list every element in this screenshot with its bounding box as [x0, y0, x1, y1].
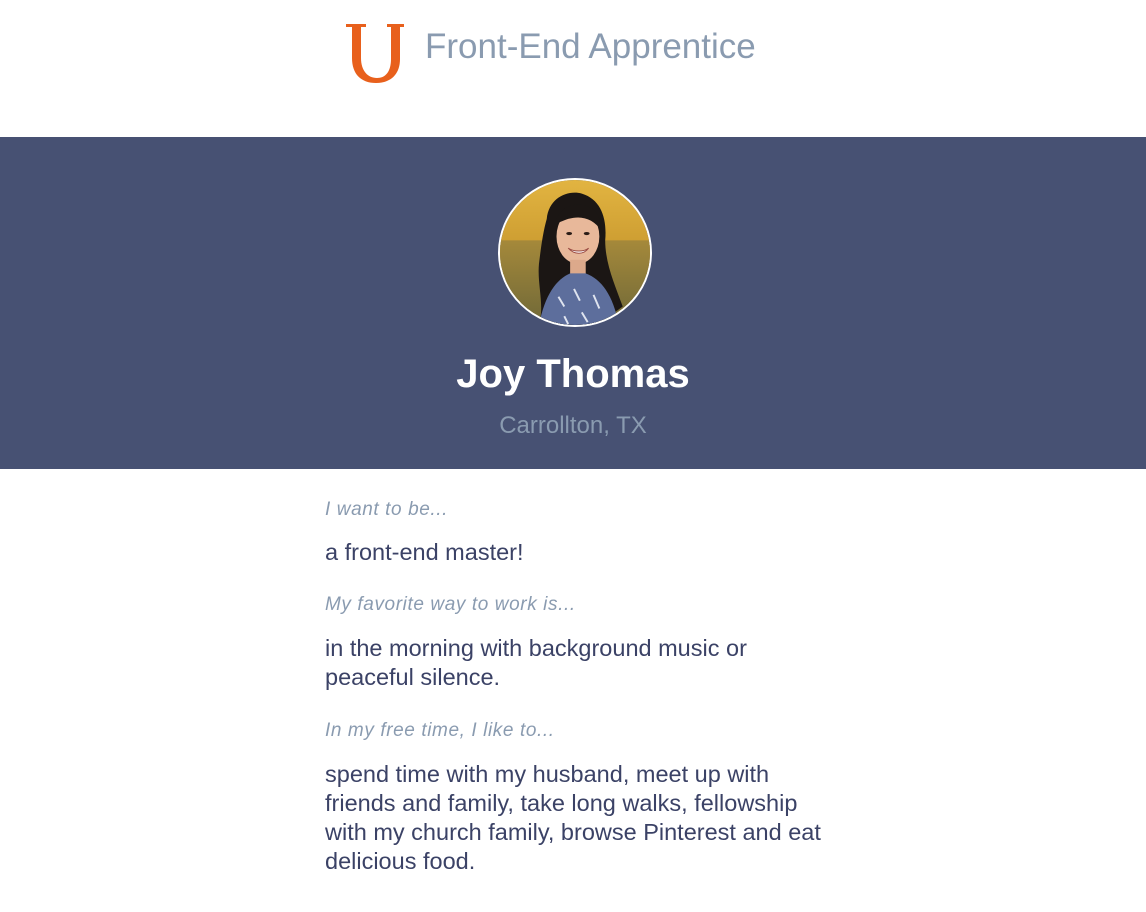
answer-text: a front-end master!	[325, 539, 524, 565]
profile-photo	[498, 178, 652, 327]
answer-text: spend time with my husband, meet up with…	[325, 761, 821, 874]
site-title[interactable]: Front-End Apprentice	[425, 27, 756, 67]
qa-item: My favorite way to work is... in the mor…	[325, 592, 825, 692]
qa-item: I want to be... a front-end master!	[325, 497, 825, 567]
question-label: My favorite way to work is...	[325, 594, 576, 615]
answer-text: in the morning with background music or …	[325, 635, 747, 690]
profile-answers: I want to be... a front-end master! My f…	[325, 497, 825, 876]
question-label: In my free time, I like to...	[325, 720, 555, 741]
question-label: I want to be...	[325, 499, 449, 520]
profile-location: Carrollton, TX	[499, 412, 647, 439]
profile-name: Joy Thomas	[456, 352, 690, 396]
profile-banner: Joy Thomas Carrollton, TX	[0, 137, 1146, 469]
site-header: Front-End Apprentice	[0, 0, 1146, 137]
profile-photo-image	[500, 180, 650, 325]
qa-item: In my free time, I like to... spend time…	[325, 718, 825, 876]
u-logo-icon	[346, 24, 404, 83]
brand[interactable]: Front-End Apprentice	[344, 18, 756, 84]
